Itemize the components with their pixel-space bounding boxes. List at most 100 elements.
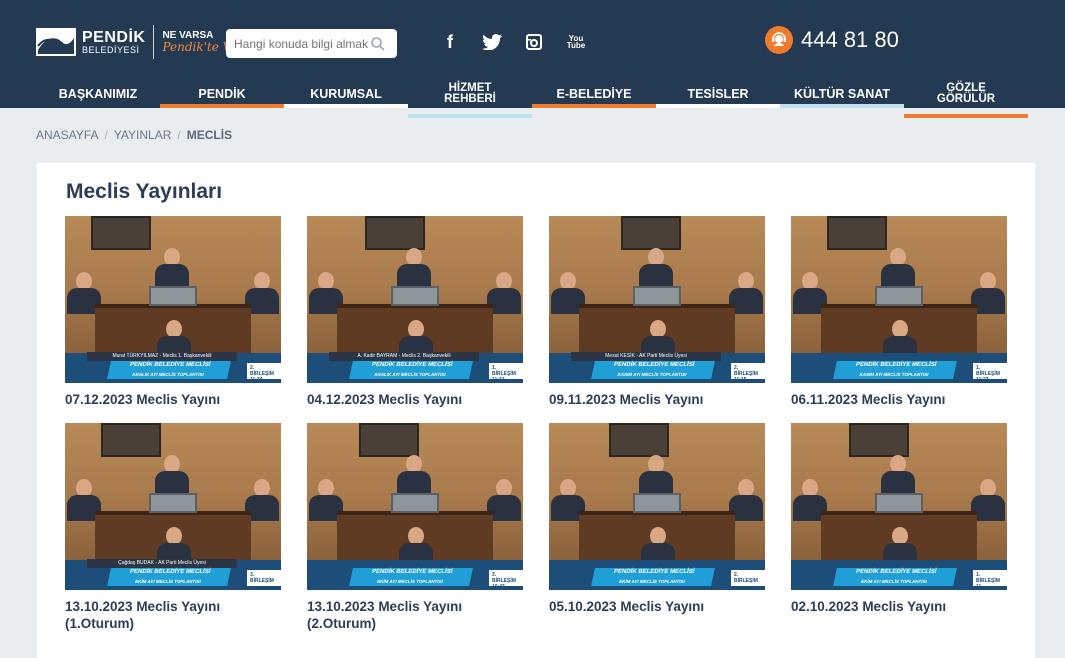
portrait-frame xyxy=(365,216,425,250)
video-card[interactable]: Murat TÜRKYILMAZ - Meclis 1. Başkanvekil… xyxy=(65,216,281,409)
site-logo[interactable]: PENDİK BELEDİYESİ NE VARSA Pendik'te Var xyxy=(36,24,243,60)
video-thumbnail[interactable]: Murat TÜRKYILMAZ - Meclis 1. Başkanvekil… xyxy=(65,216,281,383)
video-card[interactable]: PENDİK BELEDİYE MECLİSİ EKİM AYI MECLİS T… xyxy=(307,423,523,633)
video-title[interactable]: 02.10.2023 Meclis Yayını xyxy=(791,599,1007,616)
banner-title: PENDİK BELEDİYE MECLİSİ xyxy=(613,362,695,368)
video-thumbnail[interactable]: PENDİK BELEDİYE MECLİSİ EKİM AYI MECLİS T… xyxy=(307,423,523,590)
monitor xyxy=(149,286,197,306)
video-title[interactable]: 13.10.2023 Meclis Yayını (1.Oturum) xyxy=(65,599,281,633)
video-title[interactable]: 13.10.2023 Meclis Yayını (2.Oturum) xyxy=(307,599,523,633)
breadcrumb-section[interactable]: YAYINLAR xyxy=(114,128,172,142)
video-card[interactable]: Çağdaş BUDAK - AK Parti Meclis Üyesi PEND… xyxy=(65,423,281,633)
video-card[interactable]: PENDİK BELEDİYE MECLİSİ EKİM AYI MECLİS T… xyxy=(791,423,1007,616)
nav-underline xyxy=(284,104,408,108)
nav-item-baskanimiz[interactable]: BAŞKANIMIZ xyxy=(36,80,160,108)
video-card[interactable]: PENDİK BELEDİYE MECLİSİ KASIM AYI MECLİS … xyxy=(791,216,1007,409)
broadcast-banner: PENDİK BELEDİYE MECLİSİ EKİM AYI MECLİS T… xyxy=(833,568,957,586)
session-badge: 2. BİRLEŞİM 11:34 xyxy=(247,363,281,383)
video-thumbnail[interactable]: PENDİK BELEDİYE MECLİSİ KASIM AYI MECLİS … xyxy=(791,216,1007,383)
nav-item-kultur-sanat[interactable]: KÜLTÜR SANAT xyxy=(780,80,904,108)
site-header: PENDİK BELEDİYESİ NE VARSA Pendik'te Var… xyxy=(0,0,1065,118)
logo-title: PENDİK xyxy=(82,28,146,46)
broadcast-banner: PENDİK BELEDİYE MECLİSİ KASIM AYI MECLİS … xyxy=(833,361,957,379)
breadcrumb-separator: / xyxy=(177,128,181,142)
twitter-icon[interactable] xyxy=(482,32,502,52)
banner-subtitle: ARALIK AYI MECLİS TOPLANTISI xyxy=(131,372,205,377)
breadcrumb-home[interactable]: ANASAYFA xyxy=(36,128,98,142)
banner-title: PENDİK BELEDİYE MECLİSİ xyxy=(371,362,453,368)
banner-title: PENDİK BELEDİYE MECLİSİ xyxy=(129,362,211,368)
video-thumbnail[interactable]: PENDİK BELEDİYE MECLİSİ EKİM AYI MECLİS T… xyxy=(549,423,765,590)
main-nav: BAŞKANIMIZ PENDİK KURUMSAL HİZMET REHBER… xyxy=(36,80,1028,118)
instagram-icon[interactable] xyxy=(524,32,544,52)
nav-item-tesisler[interactable]: TESİSLER xyxy=(656,80,780,108)
portrait-frame xyxy=(359,423,419,457)
youtube-icon[interactable]: You Tube xyxy=(566,32,586,52)
nav-label: BAŞKANIMIZ xyxy=(58,86,138,101)
banner-title: PENDİK BELEDİYE MECLİSİ xyxy=(129,569,211,575)
video-card[interactable]: PENDİK BELEDİYE MECLİSİ EKİM AYI MECLİS T… xyxy=(549,423,765,616)
video-thumbnail[interactable]: PENDİK BELEDİYE MECLİSİ EKİM AYI MECLİS T… xyxy=(791,423,1007,590)
video-title[interactable]: 09.11.2023 Meclis Yayını xyxy=(549,392,765,409)
nav-item-kurumsal[interactable]: KURUMSAL xyxy=(284,80,408,108)
broadcast-banner: PENDİK BELEDİYE MECLİSİ KASIM AYI MECLİS … xyxy=(591,361,715,379)
nav-label: TESİSLER xyxy=(687,86,749,101)
nav-label: KURUMSAL xyxy=(310,86,382,101)
nav-label: HİZMET REHBERİ xyxy=(444,81,496,105)
video-thumbnail[interactable]: A. Kadir BAYRAM - Meclis 2. Başkanvekili… xyxy=(307,216,523,383)
monitor xyxy=(391,493,439,513)
speaker-name-strip: Çağdaş BUDAK - AK Parti Meclis Üyesi xyxy=(87,559,237,568)
video-title[interactable]: 06.11.2023 Meclis Yayını xyxy=(791,392,1007,409)
wave-logo-icon xyxy=(36,28,76,56)
search-input[interactable] xyxy=(234,36,370,51)
nav-item-e-belediye[interactable]: E-BELEDİYE xyxy=(532,80,656,108)
video-thumbnail[interactable]: Çağdaş BUDAK - AK Parti Meclis Üyesi PEND… xyxy=(65,423,281,590)
nav-label: GÖZLE GÖRÜLÜR xyxy=(936,81,996,105)
nav-underline xyxy=(656,104,780,108)
nav-item-hizmet-rehberi[interactable]: HİZMET REHBERİ xyxy=(408,80,532,118)
banner-subtitle: EKİM AYI MECLİS TOPLANTISI xyxy=(134,579,202,584)
video-thumbnail[interactable]: Mesut KESİK - AK Parti Meclis Üyesi PENDİ… xyxy=(549,216,765,383)
call-center-icon xyxy=(765,26,793,54)
phone-contact[interactable]: 444 81 80 xyxy=(765,26,899,54)
banner-subtitle: EKİM AYI MECLİS TOPLANTISI xyxy=(860,579,928,584)
breadcrumb-separator: / xyxy=(104,128,108,142)
social-links: f You Tube xyxy=(440,32,586,52)
video-card[interactable]: A. Kadir BAYRAM - Meclis 2. Başkanvekili… xyxy=(307,216,523,409)
nav-label: KÜLTÜR SANAT xyxy=(793,86,891,101)
breadcrumb-current: MECLİS xyxy=(186,128,233,142)
broadcast-banner: PENDİK BELEDİYE MECLİSİ ARALIK AYI MECLİS… xyxy=(107,361,231,379)
banner-subtitle: KASIM AYI MECLİS TOPLANTISI xyxy=(859,372,929,377)
session-badge: 1. BİRLEŞİM 11 xyxy=(973,570,1007,590)
session-badge: 3. BİRLEŞİM 16:43 xyxy=(489,570,523,590)
video-card[interactable]: Mesut KESİK - AK Parti Meclis Üyesi PENDİ… xyxy=(549,216,765,409)
nav-underline xyxy=(408,114,532,118)
portrait-frame xyxy=(621,216,681,250)
session-badge: 1. BİRLEŞİM 11:47 xyxy=(489,363,523,383)
session-badge: 1. BİRLEŞİM 11:23 xyxy=(973,363,1007,383)
banner-subtitle: KASIM AYI MECLİS TOPLANTISI xyxy=(617,372,687,377)
video-title[interactable]: 07.12.2023 Meclis Yayını xyxy=(65,392,281,409)
speaker-name-strip: Murat TÜRKYILMAZ - Meclis 1. Başkanvekil… xyxy=(87,352,237,361)
banner-subtitle: EKİM AYI MECLİS TOPLANTISI xyxy=(618,579,686,584)
banner-title: PENDİK BELEDİYE MECLİSİ xyxy=(613,569,695,575)
speaker-name-strip: A. Kadir BAYRAM - Meclis 2. Başkanvekili xyxy=(329,352,479,361)
monitor xyxy=(391,286,439,306)
monitor xyxy=(875,286,923,306)
facebook-icon[interactable]: f xyxy=(440,32,460,52)
session-badge: 2. BİRLEŞİM 11:15 xyxy=(731,363,765,383)
search-icon[interactable] xyxy=(370,36,386,52)
nav-underline xyxy=(780,104,904,108)
content-card: Meclis Yayınları Murat TÜRKYILMAZ - Mecl… xyxy=(37,163,1035,658)
video-title[interactable]: 04.12.2023 Meclis Yayını xyxy=(307,392,523,409)
phone-number: 444 81 80 xyxy=(801,27,899,52)
broadcast-banner: PENDİK BELEDİYE MECLİSİ EKİM AYI MECLİS T… xyxy=(107,568,231,586)
session-badge: 2. BİRLEŞİM xyxy=(731,570,765,586)
banner-title: PENDİK BELEDİYE MECLİSİ xyxy=(855,362,937,368)
search-box xyxy=(226,29,397,58)
nav-label: PENDİK xyxy=(198,86,246,101)
monitor xyxy=(633,286,681,306)
nav-item-gozle-gorulur[interactable]: GÖZLE GÖRÜLÜR xyxy=(904,80,1028,118)
video-title[interactable]: 05.10.2023 Meclis Yayını xyxy=(549,599,765,616)
nav-item-pendik[interactable]: PENDİK xyxy=(160,80,284,108)
